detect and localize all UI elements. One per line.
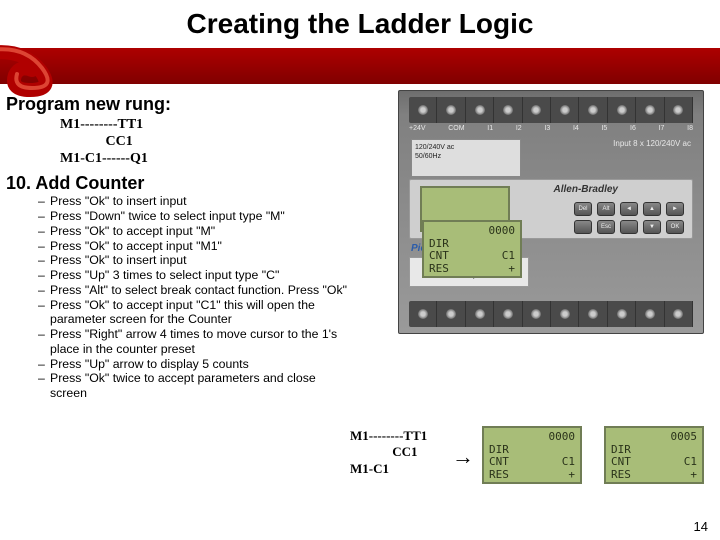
voltage-label: 120/240V ac 50/60Hz (411, 139, 521, 177)
lcd-res: RES (429, 263, 449, 276)
button-row-1: Del Alt ◄ ▲ ► (574, 202, 684, 216)
lcd-plus: + (508, 263, 515, 276)
list-item: Press "Ok" to accept input "M1" (38, 239, 348, 254)
del-button[interactable]: Del (574, 202, 592, 216)
blank-button (574, 220, 592, 234)
right-arrow-button[interactable]: ► (666, 202, 684, 216)
ok-button[interactable]: OK (666, 220, 684, 234)
input-label: Input 8 x 120/240V ac (613, 139, 691, 148)
lcd-value: 0000 (489, 431, 575, 444)
decorative-swirl (0, 40, 90, 100)
lcd-value: 0005 (611, 431, 697, 444)
blank-button (620, 220, 638, 234)
lcd-screen-2: 0000 DIR CNTC1 RES+ (482, 426, 582, 484)
list-item: Press "Ok" twice to accept parameters an… (38, 371, 348, 401)
ladder-diagram-2: M1--------TT1 CC1 M1-C1 (350, 428, 427, 477)
plc-device-image: +24VCOMI1I2I3I4I5I6I7I8 120/240V ac 50/6… (398, 90, 704, 334)
list-item: Press "Ok" to insert input (38, 194, 348, 209)
instruction-list: Press "Ok" to insert input Press "Down" … (38, 194, 348, 401)
slide-title: Creating the Ladder Logic (0, 0, 720, 40)
lcd-plus: + (690, 469, 697, 482)
lcd-res: RES (611, 469, 631, 482)
list-item: Press "Ok" to insert input (38, 253, 348, 268)
list-item: Press "Ok" to accept input "M" (38, 224, 348, 239)
list-item: Press "Up" 3 times to select input type … (38, 268, 348, 283)
lcd-plus: + (568, 469, 575, 482)
lcd-screen-3: 0005 DIR CNTC1 RES+ (604, 426, 704, 484)
list-item: Press "Right" arrow 4 times to move curs… (38, 327, 348, 357)
decorative-band (0, 48, 720, 84)
arrow-icon: → (452, 444, 474, 470)
terminal-row-top (409, 97, 693, 123)
lcd-value: 0000 (429, 225, 515, 238)
list-item: Press "Down" twice to select input type … (38, 209, 348, 224)
page-number: 14 (694, 519, 708, 534)
alt-button[interactable]: Alt (597, 202, 615, 216)
brand-label: Allen-Bradley (554, 184, 618, 195)
esc-button[interactable]: Esc (597, 220, 615, 234)
left-arrow-button[interactable]: ◄ (620, 202, 638, 216)
lcd-screen-1: 0000 DIR CNTC1 RES+ (422, 220, 522, 278)
list-item: Press "Alt" to select break contact func… (38, 283, 348, 298)
list-item: Press "Up" arrow to display 5 counts (38, 357, 348, 372)
button-row-2: Esc ▼ OK (574, 220, 684, 234)
terminal-row-bottom (409, 301, 693, 327)
up-arrow-button[interactable]: ▲ (643, 202, 661, 216)
title-bar: Creating the Ladder Logic (0, 0, 720, 70)
terminal-labels: +24VCOMI1I2I3I4I5I6I7I8 (409, 125, 693, 132)
list-item: Press "Ok" to accept input "C1" this wil… (38, 298, 348, 328)
content-area: Program new rung: M1--------TT1 CC1 M1-C… (0, 90, 720, 540)
lcd-res: RES (489, 469, 509, 482)
down-arrow-button[interactable]: ▼ (643, 220, 661, 234)
